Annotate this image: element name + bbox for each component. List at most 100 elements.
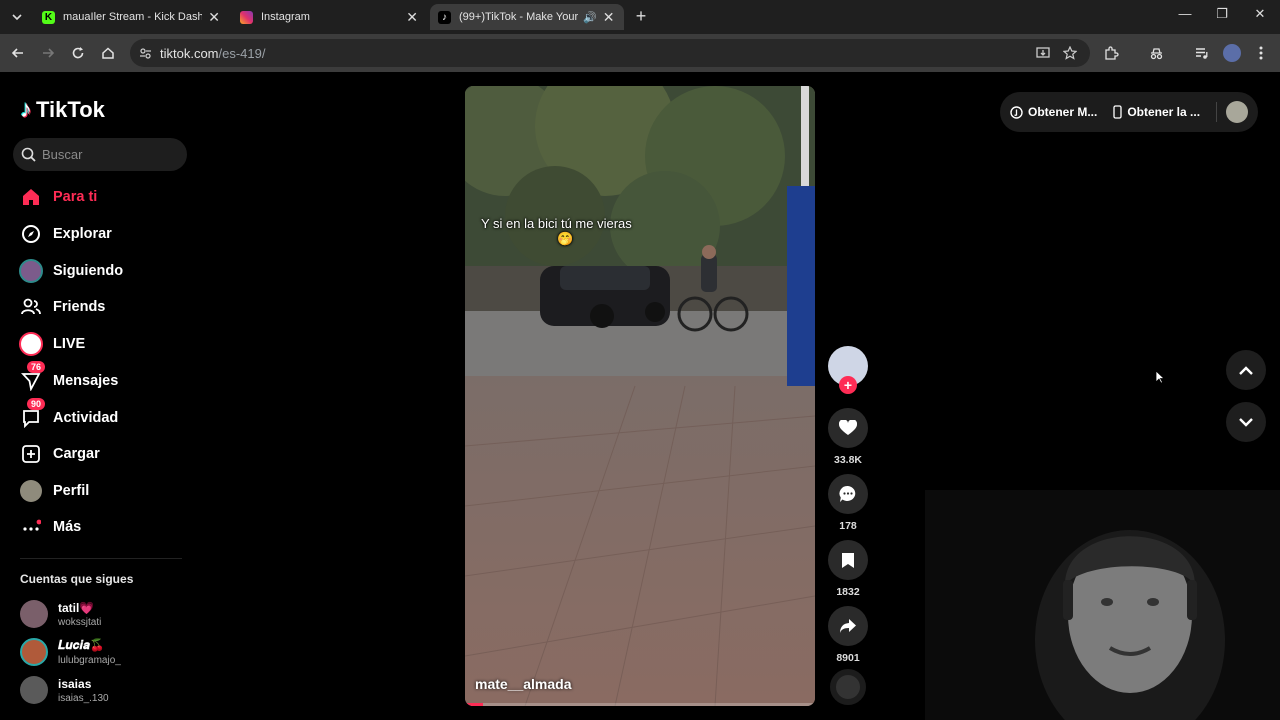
speaker-icon[interactable]: 🔊 <box>583 11 597 24</box>
nav-label: Para ti <box>53 189 98 205</box>
chevron-down-icon <box>12 14 22 21</box>
following-text: tatil💗 wokssjtati <box>58 601 101 628</box>
heart-icon <box>839 420 857 435</box>
messages-icon: 76 <box>18 361 46 394</box>
url-path: /es-419/ <box>218 45 266 61</box>
live-icon <box>18 331 44 357</box>
profile-button[interactable] <box>1221 42 1243 64</box>
install-app-icon[interactable] <box>1036 46 1050 60</box>
close-window-button[interactable]: ✕ <box>1249 6 1271 22</box>
avatar <box>20 638 48 666</box>
close-icon[interactable]: ✕ <box>406 9 418 26</box>
music-disc-icon[interactable] <box>830 669 866 705</box>
nav-label: Friends <box>53 299 106 315</box>
close-icon[interactable]: ✕ <box>603 9 615 26</box>
nav-explorar[interactable]: Explorar <box>18 219 112 249</box>
nav-label: Cargar <box>53 446 100 462</box>
nav-friends[interactable]: Friends <box>18 292 105 322</box>
user-avatar[interactable] <box>1226 101 1248 123</box>
video-progress-fill <box>465 703 483 706</box>
restore-button[interactable]: ❐ <box>1211 6 1233 22</box>
site-info-icon[interactable] <box>139 47 152 60</box>
search-input[interactable] <box>42 147 182 162</box>
like-button[interactable] <box>828 408 868 448</box>
nav-para-ti[interactable]: Para ti <box>18 182 97 212</box>
browser-tab-kick[interactable]: K mauaIler Stream - Kick Dashboard ✕ <box>34 4 228 30</box>
profile-avatar-icon <box>18 478 44 504</box>
get-app-button[interactable]: Obtener la ... <box>1113 105 1200 119</box>
following-account[interactable]: 𝑳𝒖𝒄𝒊𝒂🍒 lulubgramajo_ <box>20 638 121 666</box>
address-bar[interactable]: tiktok.com/es-419/ <box>130 39 1090 67</box>
avatar <box>20 600 48 628</box>
save-button[interactable] <box>828 540 868 580</box>
avatar <box>20 676 48 704</box>
menu-button[interactable] <box>1250 42 1272 64</box>
account-name: isaias <box>58 676 92 691</box>
avatar <box>1223 44 1241 62</box>
video-author[interactable]: mate__almada <box>475 676 572 692</box>
share-button[interactable] <box>828 606 868 646</box>
arrow-right-icon <box>43 48 55 58</box>
nav-label: Mensajes <box>53 373 119 389</box>
tab-search-button[interactable] <box>6 6 28 28</box>
chevron-up-icon <box>1239 365 1253 375</box>
nav-actividad[interactable]: 90 Actividad <box>18 398 119 433</box>
nav-label: Siguiendo <box>53 263 124 279</box>
new-tab-button[interactable]: + <box>632 6 650 27</box>
caption-text: Y si en la bici tú me vieras <box>481 216 632 231</box>
reload-icon <box>72 47 84 59</box>
sidebar-divider <box>20 558 182 559</box>
upload-icon <box>18 441 44 467</box>
media-control-button[interactable] <box>1190 42 1212 64</box>
home-button[interactable] <box>97 42 119 64</box>
nav-perfil[interactable]: Perfil <box>18 476 89 506</box>
coin-icon <box>1010 105 1023 119</box>
nav-mensajes[interactable]: 76 Mensajes <box>18 361 119 396</box>
browser-toolbar: tiktok.com/es-419/ <box>0 34 1280 72</box>
browser-tab-tiktok[interactable]: ♪ (99+)TikTok - Make Your Day 🔊 ✕ <box>430 4 624 30</box>
mouse-cursor-icon <box>1155 370 1165 384</box>
separator <box>1216 102 1218 122</box>
queue-music-icon <box>1195 47 1207 59</box>
save-count: 1832 <box>836 586 860 598</box>
reload-button[interactable] <box>67 42 89 64</box>
nav-live[interactable]: LIVE <box>18 329 85 359</box>
incognito-button[interactable] <box>1145 42 1167 64</box>
next-video-button[interactable] <box>1226 402 1266 442</box>
account-name: tatil💗 <box>58 600 95 615</box>
url-domain: tiktok.com <box>160 45 219 61</box>
nav-siguiendo[interactable]: Siguiendo <box>18 256 123 286</box>
previous-video-button[interactable] <box>1226 350 1266 390</box>
kick-icon: K <box>42 10 55 24</box>
close-icon[interactable]: ✕ <box>208 9 220 26</box>
tiktok-page: ♪ TikTok Para ti Explorar Siguiendo Frie… <box>0 72 1280 720</box>
comment-button[interactable] <box>828 474 868 514</box>
account-handle: lulubgramajo_ <box>58 655 121 666</box>
following-text: isaias isaias_.130 <box>58 677 109 704</box>
follow-plus-button[interactable]: + <box>839 376 857 394</box>
search-box[interactable] <box>13 138 187 171</box>
video-progress-bar[interactable] <box>465 703 815 706</box>
url-text: tiktok.com/es-419/ <box>160 46 266 61</box>
nav-mas[interactable]: Más <box>18 512 81 542</box>
video-player[interactable]: Y si en la bici tú me vieras 🤭 mate__alm… <box>465 86 815 706</box>
nav-label: Actividad <box>53 410 119 426</box>
star-icon[interactable] <box>1063 46 1077 60</box>
comment-action: 178 <box>826 474 870 532</box>
following-account[interactable]: isaias isaias_.130 <box>20 676 109 704</box>
tiktok-logo[interactable]: ♪ TikTok <box>20 96 105 124</box>
browser-tab-bar: K mauaIler Stream - Kick Dashboard ✕ Ins… <box>0 0 1280 34</box>
arrow-left-icon <box>11 48 23 58</box>
browser-tab-instagram[interactable]: Instagram ✕ <box>232 4 426 30</box>
following-account[interactable]: tatil💗 wokssjtati <box>20 600 101 628</box>
activity-icon: 90 <box>18 398 46 431</box>
get-coins-label: Obtener M... <box>1028 105 1098 119</box>
get-coins-button[interactable]: Obtener M... <box>1010 105 1097 119</box>
forward-button[interactable] <box>37 42 59 64</box>
back-button[interactable] <box>7 42 29 64</box>
search-icon <box>21 147 36 162</box>
nav-cargar[interactable]: Cargar <box>18 439 100 469</box>
minimize-button[interactable]: — <box>1174 6 1196 21</box>
extensions-button[interactable] <box>1100 42 1122 64</box>
compass-icon <box>18 221 44 247</box>
